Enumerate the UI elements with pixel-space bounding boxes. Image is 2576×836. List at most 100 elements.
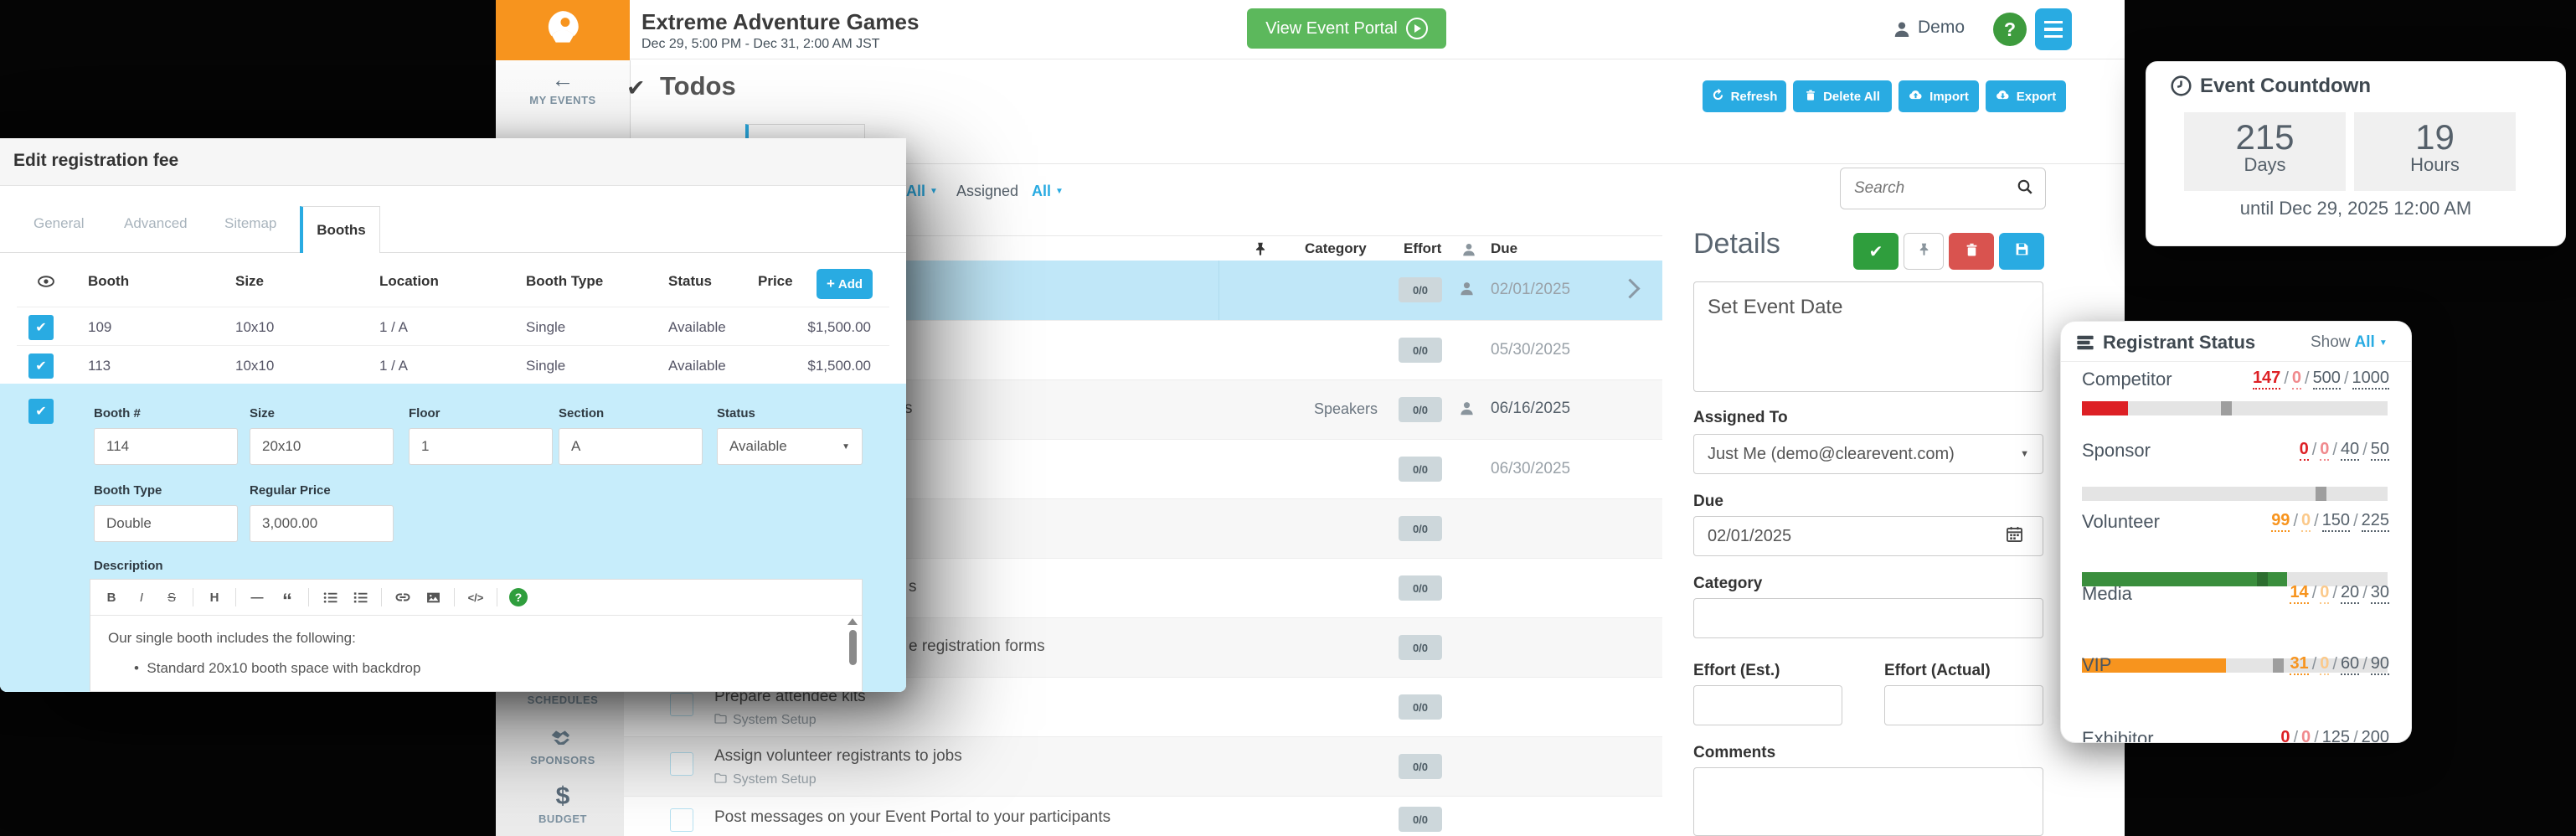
editor-content[interactable]: Our single booth includes the following:… bbox=[90, 615, 844, 691]
tab-general[interactable]: General bbox=[33, 215, 84, 232]
user-menu[interactable]: Demo bbox=[1918, 18, 1965, 38]
section-input[interactable]: A bbox=[559, 428, 703, 465]
import-button[interactable]: Import bbox=[1899, 80, 1979, 112]
col-status[interactable]: Status bbox=[668, 273, 712, 290]
reg-v2: 0 bbox=[2320, 440, 2329, 461]
blockquote-icon[interactable]: “ bbox=[278, 583, 296, 612]
task-name-field[interactable]: Set Event Date bbox=[1693, 281, 2043, 392]
chevron-down-icon: ▼ bbox=[2379, 338, 2388, 348]
todo-row[interactable]: Post messages on your Event Portal to yo… bbox=[624, 796, 1662, 836]
show-filter-dropdown[interactable]: Show All ▼ bbox=[2311, 333, 2388, 352]
code-icon[interactable]: </> bbox=[466, 587, 485, 607]
chevron-down-icon: ▼ bbox=[842, 442, 850, 452]
strikethrough-icon[interactable]: S bbox=[162, 587, 181, 607]
registrant-values[interactable]: 147/0/500/1000 bbox=[2082, 369, 2389, 390]
reg-v1: 99 bbox=[2271, 511, 2290, 532]
assigned-to-select[interactable]: Just Me (demo@clearevent.com) ▼ bbox=[1693, 434, 2043, 474]
search-input[interactable] bbox=[1852, 178, 2007, 199]
todo-checkbox[interactable] bbox=[670, 808, 693, 832]
refresh-button[interactable]: Refresh bbox=[1703, 80, 1786, 112]
details-title: Details bbox=[1693, 228, 1780, 261]
tab-booths-active[interactable]: Booths bbox=[300, 206, 380, 253]
column-due[interactable]: Due bbox=[1491, 240, 1517, 257]
booth-checkbox[interactable]: ✔ bbox=[28, 353, 54, 379]
add-booth-button[interactable]: + Add bbox=[817, 269, 873, 299]
delete-task-button[interactable] bbox=[1949, 233, 1994, 270]
app-logo[interactable] bbox=[496, 0, 630, 60]
filter-status-dropdown[interactable]: All ▼ bbox=[906, 183, 938, 200]
export-button[interactable]: Export bbox=[1986, 80, 2066, 112]
col-location[interactable]: Location bbox=[379, 273, 439, 290]
col-booth[interactable]: Booth bbox=[88, 273, 129, 290]
scroll-up-arrow[interactable] bbox=[848, 618, 858, 625]
bold-icon[interactable]: B bbox=[102, 587, 121, 607]
complete-button[interactable]: ✔ bbox=[1853, 233, 1899, 270]
due-date-field[interactable]: 02/01/2025 bbox=[1693, 516, 1986, 556]
countdown-days-value: 215 bbox=[2184, 117, 2346, 157]
tab-sitemap[interactable]: Sitemap bbox=[224, 215, 276, 232]
column-category[interactable]: Category bbox=[1305, 240, 1367, 257]
effort-badge: 0/0 bbox=[1399, 575, 1442, 601]
category-field[interactable] bbox=[1693, 598, 2043, 638]
view-event-portal-button[interactable]: View Event Portal bbox=[1247, 8, 1446, 49]
delete-all-button[interactable]: Delete All bbox=[1793, 80, 1892, 112]
col-booth-type[interactable]: Booth Type bbox=[526, 273, 603, 290]
italic-icon[interactable]: I bbox=[132, 587, 151, 607]
reg-v2: 0 bbox=[2320, 583, 2329, 604]
todo-checkbox[interactable] bbox=[670, 693, 693, 716]
booth-checkbox[interactable]: ✔ bbox=[28, 399, 54, 424]
chevron-down-icon: ▼ bbox=[2020, 449, 2029, 459]
dollar-icon: $ bbox=[496, 782, 630, 811]
chevron-right-icon[interactable] bbox=[1620, 278, 1640, 298]
size-input[interactable]: 20x10 bbox=[250, 428, 394, 465]
search-icon[interactable] bbox=[2017, 178, 2033, 199]
registrant-values[interactable]: 0/0/40/50 bbox=[2082, 440, 2389, 461]
reg-v3: 20 bbox=[2341, 583, 2359, 604]
column-effort[interactable]: Effort bbox=[1404, 240, 1441, 257]
todo-checkbox[interactable] bbox=[670, 752, 693, 776]
pin-button[interactable] bbox=[1904, 233, 1944, 270]
col-price[interactable]: Price bbox=[758, 273, 793, 290]
registrant-values[interactable]: 99/0/150/225 bbox=[2082, 511, 2389, 532]
filter-assigned-label: Assigned bbox=[956, 183, 1018, 200]
status-select[interactable]: Available ▼ bbox=[717, 428, 863, 465]
horizontal-rule-icon[interactable]: — bbox=[248, 587, 266, 607]
booth-checkbox[interactable]: ✔ bbox=[28, 315, 54, 340]
regular-price-input[interactable]: 3,000.00 bbox=[250, 505, 394, 542]
comments-field[interactable] bbox=[1693, 767, 2043, 836]
effort-est-field[interactable] bbox=[1693, 685, 1842, 725]
sidebar-item-my-events[interactable]: MY EVENTS bbox=[496, 94, 630, 106]
save-task-button[interactable] bbox=[1999, 233, 2044, 270]
todo-row[interactable]: Assign volunteer registrants to jobs Sys… bbox=[624, 736, 1662, 796]
editor-help-icon[interactable]: ? bbox=[509, 588, 528, 606]
link-icon[interactable] bbox=[394, 587, 412, 607]
handshake-icon bbox=[496, 725, 630, 751]
unordered-list-icon[interactable] bbox=[321, 587, 339, 607]
booth-number-input[interactable]: 114 bbox=[94, 428, 238, 465]
calendar-button[interactable] bbox=[1986, 516, 2043, 556]
scroll-thumb[interactable] bbox=[849, 630, 857, 665]
calendar-icon bbox=[2006, 525, 2023, 547]
heading-icon[interactable]: H bbox=[205, 587, 224, 607]
registrant-values[interactable]: 31/0/60/90 bbox=[2082, 654, 2389, 675]
registrant-values[interactable]: 0/0/125/200 bbox=[2082, 728, 2389, 743]
sidebar-item-schedules[interactable]: SCHEDULES bbox=[496, 694, 630, 706]
effort-actual-field[interactable] bbox=[1884, 685, 2043, 725]
editor-scrollbar[interactable] bbox=[847, 618, 858, 689]
add-label: Add bbox=[838, 277, 863, 292]
ordered-list-icon[interactable] bbox=[351, 587, 369, 607]
help-button[interactable]: ? bbox=[1993, 13, 2027, 46]
image-icon[interactable] bbox=[424, 587, 442, 607]
menu-button[interactable] bbox=[2035, 8, 2072, 50]
event-dates: Dec 29, 5:00 PM - Dec 31, 2:00 AM JST bbox=[641, 37, 880, 52]
show-value: All bbox=[2355, 333, 2375, 352]
filter-assigned-dropdown[interactable]: All ▼ bbox=[1032, 183, 1064, 200]
sidebar-item-sponsors[interactable]: SPONSORS bbox=[496, 754, 630, 766]
booth-type-input[interactable]: Double bbox=[94, 505, 238, 542]
col-size[interactable]: Size bbox=[235, 273, 264, 290]
registrant-values[interactable]: 14/0/20/30 bbox=[2082, 583, 2389, 604]
sidebar-item-budget[interactable]: BUDGET bbox=[496, 813, 630, 825]
tab-advanced[interactable]: Advanced bbox=[124, 215, 188, 232]
description-editor: B I S H — “ </> ? bbox=[90, 579, 863, 692]
floor-input[interactable]: 1 bbox=[409, 428, 553, 465]
